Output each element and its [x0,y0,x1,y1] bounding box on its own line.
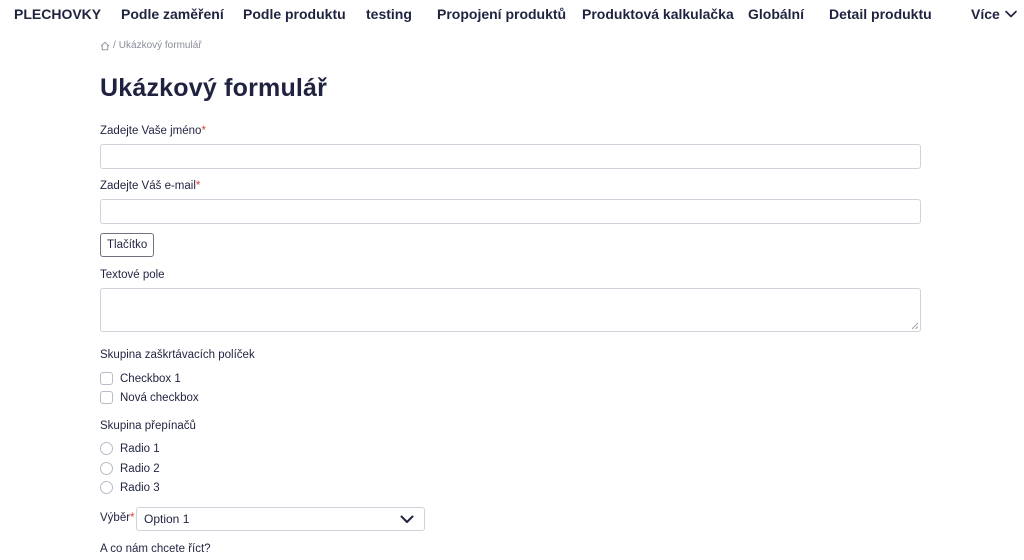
name-input[interactable] [100,144,921,169]
nav-item-testing[interactable]: testing [366,6,412,22]
breadcrumb-separator: / [113,40,116,51]
home-icon[interactable] [100,41,110,51]
select-field-label: Výběr* [100,512,135,524]
checkbox-2-label: Nová checkbox [120,391,199,404]
nav-brand[interactable]: PLECHOVKY [14,6,101,22]
page-title: Ukázkový formulář [100,74,328,102]
radio-3-circle[interactable] [100,481,113,494]
nav-more-menu[interactable]: Více [971,6,1017,22]
nav-item-detail-produktu[interactable]: Detail produktu [829,6,932,22]
name-required-mark: * [201,125,206,137]
breadcrumb: / Ukázkový formulář [100,40,202,51]
radio-group-label: Skupina přepínačů [100,420,196,432]
breadcrumb-current: Ukázkový formulář [118,40,202,51]
email-required-mark: * [195,180,201,192]
radio-2-circle[interactable] [100,462,113,475]
nav-item-podle-produktu[interactable]: Podle produktu [243,6,346,22]
select-label-text: Výběr [100,512,131,524]
top-nav: PLECHOVKY Podle zaměření Podle produktu … [0,0,1024,30]
radio-2-label: Radio 2 [120,462,160,475]
checkbox-1-label: Checkbox 1 [120,372,181,385]
email-label-text: Zadejte Váš e-mail [100,180,196,192]
nav-item-globalni[interactable]: Globální [748,6,804,22]
nav-item-produktova-kalkulacka[interactable]: Produktová kalkulačka [582,6,734,22]
checkbox-2-box[interactable] [100,391,113,404]
radio-3-label: Radio 3 [120,481,160,494]
email-field-label: Zadejte Váš e-mail* [100,180,200,192]
nav-item-propojeni-produktu[interactable]: Propojení produktů [437,6,566,22]
radio-1-label: Radio 1 [120,442,160,455]
radio-option-1[interactable]: Radio 1 [100,442,160,455]
chevron-down-icon [400,515,414,523]
question-label: A co nám chcete říct? [100,543,211,555]
checkbox-group-label: Skupina zaškrtávacích políček [100,349,255,361]
checkbox-option-1[interactable]: Checkbox 1 [100,372,181,385]
select-required-mark: * [130,512,135,524]
name-label-text: Zadejte Vaše jméno [100,125,202,137]
select-selected-value: Option 1 [144,512,190,526]
radio-option-3[interactable]: Radio 3 [100,481,160,494]
radio-option-2[interactable]: Radio 2 [100,462,160,475]
nav-more-label: Více [971,6,1000,22]
checkbox-1-box[interactable] [100,372,113,385]
email-input[interactable] [100,199,921,224]
radio-1-circle[interactable] [100,442,113,455]
name-field-label: Zadejte Vaše jméno* [100,125,206,137]
text-area-input[interactable] [100,288,921,332]
form-button[interactable]: Tlačítko [100,233,155,257]
select-dropdown[interactable]: Option 1 [136,507,425,531]
nav-item-podle-zamereni[interactable]: Podle zaměření [121,6,224,22]
textarea-label: Textové pole [100,269,165,281]
checkbox-option-2[interactable]: Nová checkbox [100,391,199,404]
chevron-down-icon [1005,10,1017,18]
